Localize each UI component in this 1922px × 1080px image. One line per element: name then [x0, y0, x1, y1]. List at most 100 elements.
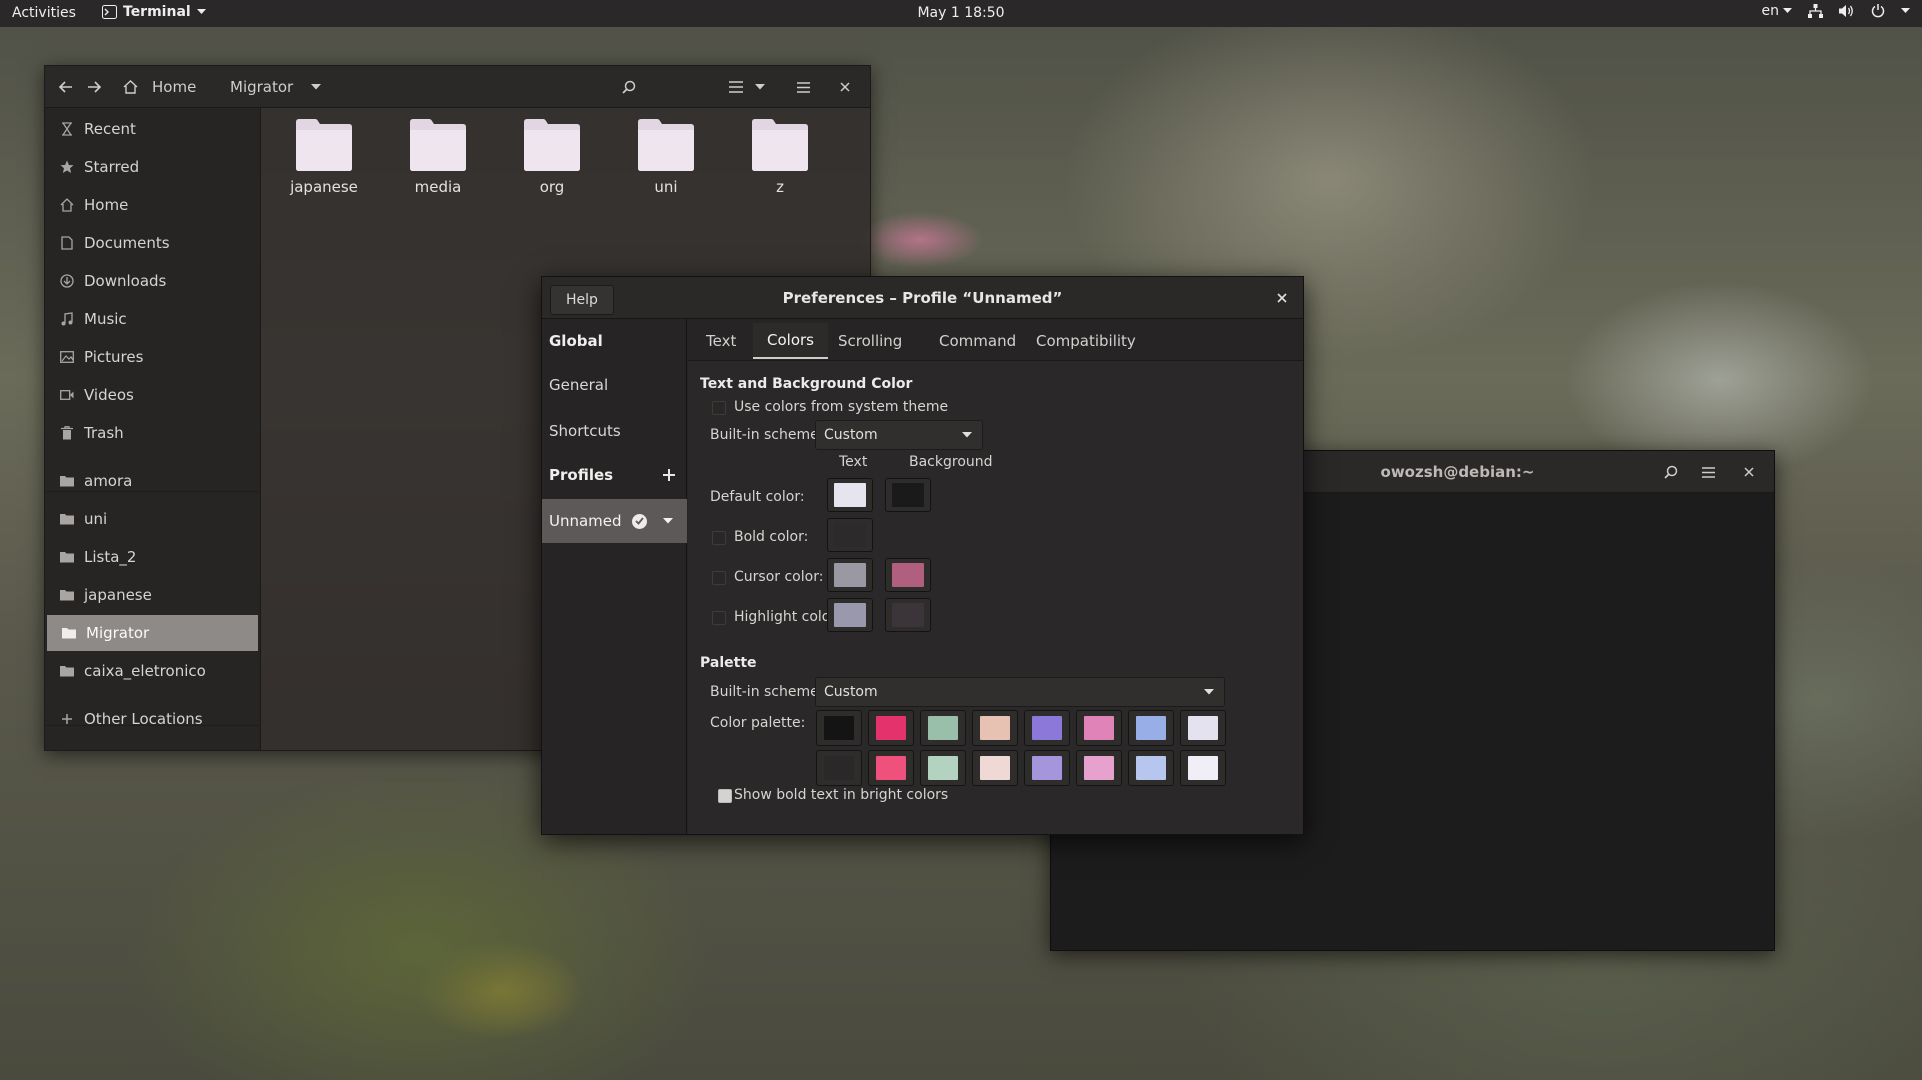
palette-color-button[interactable]: [1180, 710, 1226, 746]
highlight-color-checkbox[interactable]: [712, 611, 726, 625]
palette-color-button[interactable]: [1076, 750, 1122, 786]
terminal-close-button[interactable]: [1736, 457, 1762, 487]
sidebar-item-label: Music: [84, 310, 127, 328]
tab-compatibility[interactable]: Compatibility: [1022, 323, 1150, 359]
activities-button[interactable]: Activities: [12, 5, 76, 21]
preferences-content: Text Colors Scrolling Command Compatibility …: [688, 319, 1303, 834]
palette-color-button[interactable]: [816, 750, 862, 786]
highlight-background-color-button[interactable]: [885, 598, 931, 632]
sidebar-item-pictures[interactable]: Pictures: [45, 339, 261, 375]
folder-item[interactable]: japanese: [274, 118, 374, 196]
add-profile-button[interactable]: [663, 469, 675, 481]
sidebar-item-shortcuts[interactable]: Shortcuts: [542, 409, 687, 453]
sidebar-item-uni[interactable]: uni: [45, 501, 261, 537]
sidebar-item-lista-2[interactable]: Lista_2: [45, 539, 261, 575]
forward-button[interactable]: [81, 72, 107, 102]
network-icon[interactable]: [1808, 4, 1823, 18]
folder-item[interactable]: org: [502, 118, 602, 196]
palette-color-button[interactable]: [972, 710, 1018, 746]
sidebar-item-profile-unnamed[interactable]: Unnamed: [542, 499, 687, 543]
sidebar-global-header: Global: [549, 332, 603, 350]
default-background-color-button[interactable]: [885, 478, 931, 512]
color-swatch: [1032, 716, 1062, 740]
view-options-button[interactable]: [751, 72, 769, 102]
color-swatch: [1136, 756, 1166, 780]
tab-scrolling[interactable]: Scrolling: [824, 323, 916, 359]
palette-color-button[interactable]: [816, 710, 862, 746]
volume-icon[interactable]: [1839, 4, 1855, 18]
sidebar-item-migrator[interactable]: Migrator: [47, 615, 258, 651]
sidebar-item-general[interactable]: General: [542, 363, 687, 407]
terminal-search-button[interactable]: [1656, 457, 1686, 487]
sidebar-item-other-locations[interactable]: Other Locations: [45, 701, 261, 737]
sidebar-item-caixa-eletronico[interactable]: caixa_eletronico: [45, 653, 261, 689]
sidebar-item-starred[interactable]: Starred: [45, 149, 261, 185]
main-menu-button[interactable]: [790, 72, 816, 102]
bold-bright-checkbox[interactable]: [718, 789, 732, 803]
palette-color-button[interactable]: [920, 750, 966, 786]
sidebar-item-label: Lista_2: [84, 548, 137, 566]
keyboard-layout-indicator[interactable]: en: [1761, 3, 1792, 19]
palette-color-button[interactable]: [972, 750, 1018, 786]
hamburger-icon: [1701, 466, 1715, 478]
sidebar-item-label: japanese: [84, 586, 152, 604]
chevron-down-icon[interactable]: [1901, 8, 1910, 14]
preferences-headerbar: Help Preferences – Profile “Unnamed”: [542, 277, 1303, 319]
default-text-color-button[interactable]: [827, 478, 873, 512]
power-icon[interactable]: [1871, 4, 1885, 18]
search-button[interactable]: [613, 72, 645, 102]
sidebar-item-music[interactable]: Music: [45, 301, 261, 337]
sidebar-item-videos[interactable]: Videos: [45, 377, 261, 413]
breadcrumb-current[interactable]: Migrator: [230, 72, 322, 102]
close-button[interactable]: [832, 72, 858, 102]
sidebar-item-amora[interactable]: amora: [45, 463, 261, 499]
palette-color-button[interactable]: [868, 710, 914, 746]
clock[interactable]: May 1 18:50: [917, 5, 1004, 21]
sidebar-item-recent[interactable]: Recent: [45, 111, 261, 147]
bold-color-checkbox[interactable]: [712, 531, 726, 545]
palette-color-button[interactable]: [1180, 750, 1226, 786]
palette-color-button[interactable]: [920, 710, 966, 746]
folder-item[interactable]: media: [388, 118, 488, 196]
highlight-text-color-button[interactable]: [827, 598, 873, 632]
folder-label: uni: [654, 178, 678, 196]
plus-icon: [663, 469, 675, 481]
sidebar-item-trash[interactable]: Trash: [45, 415, 261, 451]
highlight-color-label: Highlight color:: [734, 609, 841, 625]
back-button[interactable]: [53, 72, 79, 102]
cursor-color-checkbox[interactable]: [712, 571, 726, 585]
search-icon: [622, 80, 636, 94]
builtin-schemes-select[interactable]: Custom: [815, 420, 983, 450]
bold-color-button[interactable]: [827, 518, 873, 552]
color-swatch: [876, 756, 906, 780]
use-system-colors-checkbox[interactable]: [712, 401, 726, 415]
palette-builtin-schemes-select[interactable]: Custom: [815, 677, 1225, 707]
sidebar-item-japanese[interactable]: japanese: [45, 577, 261, 613]
profile-menu-button[interactable]: [662, 518, 673, 524]
palette-color-button[interactable]: [1024, 750, 1070, 786]
palette-color-button[interactable]: [868, 750, 914, 786]
palette-color-button[interactable]: [1128, 750, 1174, 786]
palette-color-button[interactable]: [1024, 710, 1070, 746]
app-menu[interactable]: Terminal: [102, 4, 206, 20]
sidebar-item-home[interactable]: Home: [45, 187, 261, 223]
view-toggle-button[interactable]: [723, 72, 749, 102]
folder-item[interactable]: uni: [616, 118, 716, 196]
profile-name: Unnamed: [549, 512, 622, 530]
palette-color-button[interactable]: [1128, 710, 1174, 746]
chevron-down-icon: [1783, 8, 1792, 14]
palette-color-button[interactable]: [1076, 710, 1122, 746]
cursor-text-color-button[interactable]: [827, 558, 873, 592]
tab-command[interactable]: Command: [925, 323, 1030, 359]
terminal-menu-button[interactable]: [1693, 457, 1723, 487]
tab-colors[interactable]: Colors: [753, 323, 828, 359]
sidebar-item-downloads[interactable]: Downloads: [45, 263, 261, 299]
lang-label: en: [1761, 3, 1780, 19]
folder-item[interactable]: z: [730, 118, 830, 196]
tab-text[interactable]: Text: [692, 323, 750, 359]
dialog-close-button[interactable]: [1268, 283, 1296, 313]
breadcrumb-home[interactable]: Home: [123, 72, 196, 102]
cursor-background-color-button[interactable]: [885, 558, 931, 592]
sidebar-item-documents[interactable]: Documents: [45, 225, 261, 261]
folder-label: japanese: [290, 178, 358, 196]
